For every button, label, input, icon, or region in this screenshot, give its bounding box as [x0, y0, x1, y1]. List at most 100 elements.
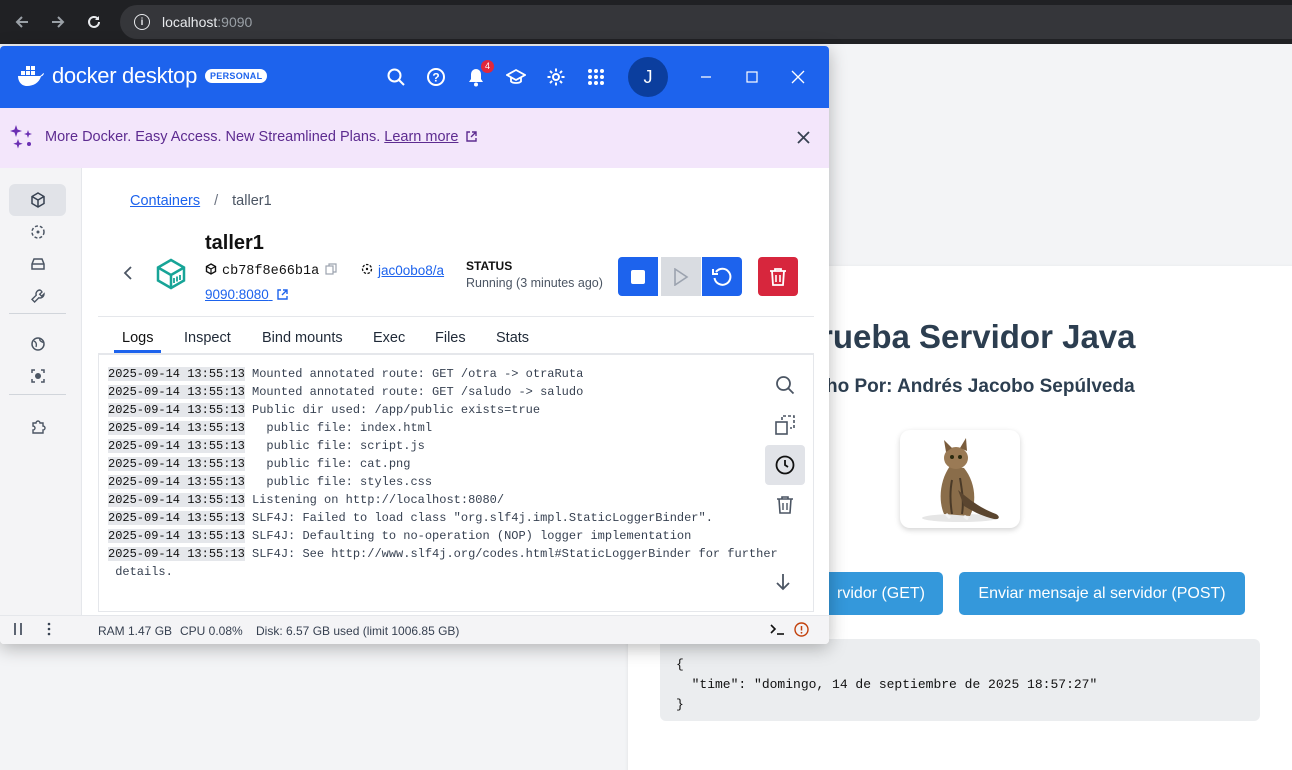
- log-line: 2025-09-14 13:55:13 Mounted annotated ro…: [108, 365, 768, 383]
- log-message: details.: [108, 565, 173, 579]
- log-timestamp: 2025-09-14 13:55:13: [108, 493, 245, 507]
- log-timestamp: 2025-09-14 13:55:13: [108, 529, 245, 543]
- open-port-external-icon[interactable]: [276, 288, 289, 304]
- tab-stats[interactable]: Stats: [496, 330, 529, 346]
- banner-message: More Docker. Easy Access. New Streamline…: [45, 129, 478, 147]
- promo-banner: More Docker. Easy Access. New Streamline…: [0, 108, 829, 168]
- log-timestamp: 2025-09-14 13:55:13: [108, 385, 245, 399]
- pause-engine-icon[interactable]: [12, 622, 24, 639]
- log-timestamp: 2025-09-14 13:55:13: [108, 439, 245, 453]
- sidebar-images-icon[interactable]: [9, 216, 66, 248]
- status-label: STATUS: [466, 259, 513, 273]
- extensions-grid-icon[interactable]: [584, 65, 608, 89]
- ram-usage: RAM 1.47 GB: [98, 624, 173, 638]
- sidebar-volumes-icon[interactable]: [9, 248, 66, 280]
- copy-id-icon[interactable]: [325, 263, 337, 280]
- docker-brand: docker desktop: [52, 63, 197, 88]
- log-message: public file: styles.css: [244, 475, 433, 489]
- notifications-icon[interactable]: 4: [464, 60, 494, 89]
- clear-logs-trash-icon[interactable]: [765, 485, 805, 525]
- help-icon[interactable]: ?: [424, 65, 448, 89]
- tab-bind-mounts[interactable]: Bind mounts: [262, 330, 343, 346]
- sidebar-builds-wrench-icon[interactable]: [9, 280, 66, 312]
- minimize-icon[interactable]: [695, 66, 717, 88]
- docker-whale-icon: [18, 66, 44, 86]
- port-link[interactable]: 9090:8080: [205, 287, 289, 304]
- learn-more-link[interactable]: Learn more: [384, 129, 458, 145]
- trash-icon: [770, 267, 786, 286]
- sidebar-containers-icon[interactable]: [9, 184, 66, 216]
- tab-inspect[interactable]: Inspect: [184, 330, 231, 346]
- tab-logs[interactable]: Logs: [122, 330, 153, 346]
- log-line: 2025-09-14 13:55:13 Public dir used: /ap…: [108, 401, 768, 419]
- sparkle-icon: [10, 124, 34, 155]
- tab-files[interactable]: Files: [435, 330, 466, 346]
- container-name: taller1: [205, 232, 264, 254]
- back-icon[interactable]: [4, 4, 40, 40]
- post-request-button[interactable]: Enviar mensaje al servidor (POST): [959, 572, 1245, 615]
- log-message: SLF4J: See http://www.slf4j.org/codes.ht…: [244, 547, 778, 561]
- log-message: Mounted annotated route: GET /saludo -> …: [244, 385, 584, 399]
- stop-button[interactable]: [618, 257, 658, 296]
- more-options-icon[interactable]: [46, 622, 52, 639]
- copy-logs-icon[interactable]: [765, 405, 805, 445]
- reload-icon[interactable]: [76, 4, 112, 40]
- close-banner-icon[interactable]: [797, 131, 810, 149]
- plan-badge: PERSONAL: [205, 69, 268, 83]
- disk-usage: Disk: 6.57 GB used (limit 1006.85 GB): [256, 624, 460, 638]
- log-line: details.: [108, 563, 768, 581]
- settings-gear-icon[interactable]: [544, 65, 568, 89]
- sidebar-scout-icon[interactable]: [9, 360, 66, 392]
- breadcrumb-containers-link[interactable]: Containers: [130, 193, 200, 209]
- log-line: 2025-09-14 13:55:13 public file: index.h…: [108, 419, 768, 437]
- restart-icon: [712, 267, 732, 286]
- log-message: Listening on http://localhost:8080/: [244, 493, 505, 507]
- search-logs-icon[interactable]: [765, 365, 805, 405]
- log-timestamp: 2025-09-14 13:55:13: [108, 367, 245, 381]
- log-line: 2025-09-14 13:55:13 SLF4J: See http://ww…: [108, 545, 778, 563]
- close-window-icon[interactable]: [787, 66, 809, 88]
- container-id: cb78f8e66b1a: [205, 263, 337, 280]
- back-chevron-icon[interactable]: [122, 266, 134, 285]
- external-link-icon[interactable]: [465, 130, 478, 147]
- docker-desktop-window: docker desktop PERSONAL ? 4 J More Docke…: [0, 46, 829, 644]
- tab-exec[interactable]: Exec: [373, 330, 405, 346]
- warning-info-icon[interactable]: [794, 622, 809, 640]
- notification-count: 4: [481, 60, 494, 73]
- sidebar: [0, 168, 82, 615]
- web-page-subtitle: ho Por: Andrés Jacobo Sepúlveda: [826, 376, 1135, 397]
- svg-text:?: ?: [432, 71, 439, 85]
- log-timestamp: 2025-09-14 13:55:13: [108, 457, 245, 471]
- address-bar[interactable]: i localhost:9090: [120, 5, 1292, 39]
- log-message: public file: cat.png: [244, 457, 411, 471]
- restart-button[interactable]: [702, 257, 742, 296]
- forward-icon[interactable]: [40, 4, 76, 40]
- start-button[interactable]: [661, 257, 701, 296]
- sidebar-extensions-icon[interactable]: [9, 410, 66, 442]
- user-avatar[interactable]: J: [628, 57, 668, 97]
- maximize-icon[interactable]: [741, 66, 763, 88]
- status-value: Running (3 minutes ago): [466, 276, 603, 290]
- docker-logo: docker desktop PERSONAL: [16, 63, 268, 89]
- container-image-link[interactable]: jac0obo8/a: [361, 263, 453, 278]
- delete-button[interactable]: [758, 257, 798, 296]
- breadcrumb-separator: /: [214, 193, 219, 209]
- breadcrumb: Containers / taller1: [130, 193, 272, 209]
- container-id-icon: [205, 263, 217, 280]
- log-message: Public dir used: /app/public exists=true: [244, 403, 541, 417]
- learning-center-icon[interactable]: [504, 65, 528, 89]
- timestamps-clock-icon[interactable]: [765, 445, 805, 485]
- log-viewer[interactable]: 2025-09-14 13:55:13 Mounted annotated ro…: [98, 354, 814, 612]
- log-timestamp: 2025-09-14 13:55:13: [108, 475, 245, 489]
- log-message: public file: script.js: [244, 439, 425, 453]
- url-host: localhost: [162, 14, 218, 30]
- log-line: 2025-09-14 13:55:13 public file: cat.png: [108, 455, 768, 473]
- terminal-icon[interactable]: [770, 622, 786, 639]
- log-timestamp: 2025-09-14 13:55:13: [108, 421, 245, 435]
- log-timestamp: 2025-09-14 13:55:13: [108, 403, 245, 417]
- cpu-usage: CPU 0.08%: [180, 624, 243, 638]
- scroll-to-bottom-icon[interactable]: [775, 573, 791, 596]
- sidebar-hub-icon[interactable]: [9, 328, 66, 360]
- site-info-icon[interactable]: i: [134, 14, 150, 30]
- search-icon[interactable]: [384, 65, 408, 89]
